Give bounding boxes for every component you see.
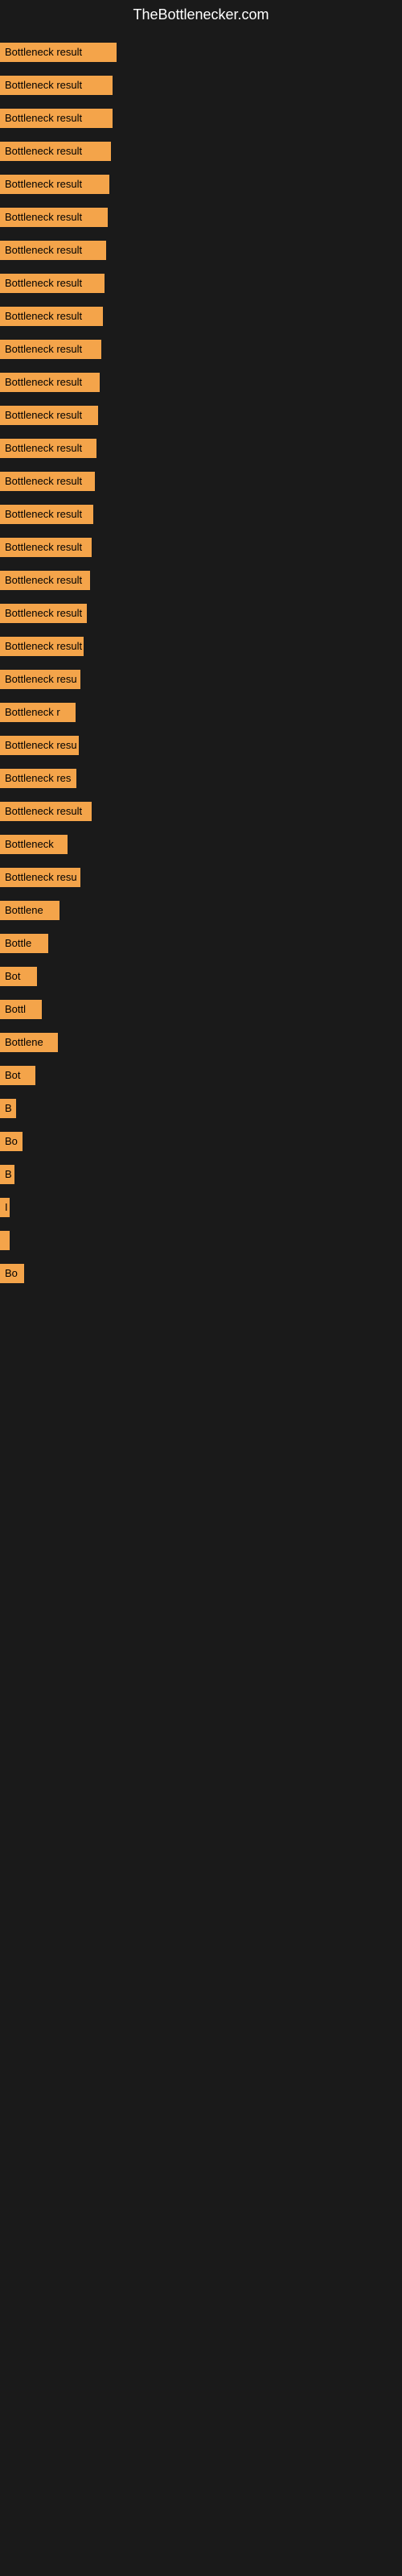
bottleneck-bar: Bottl: [0, 1000, 42, 1019]
bar-row: Bottleneck resu: [0, 665, 402, 698]
bar-row: Bottleneck resu: [0, 731, 402, 764]
bottleneck-bar: Bottleneck result: [0, 76, 113, 95]
bar-row: Bot: [0, 962, 402, 995]
bottleneck-bar: [0, 1231, 10, 1250]
bar-row: Bottleneck result: [0, 533, 402, 566]
bottleneck-bar: Bottleneck result: [0, 109, 113, 128]
bar-row: Bottleneck result: [0, 137, 402, 170]
bar-row: Bottleneck result: [0, 236, 402, 269]
bar-row: Bottleneck result: [0, 38, 402, 71]
bar-row: Bottlene: [0, 1028, 402, 1061]
bar-row: Bottleneck result: [0, 401, 402, 434]
bottleneck-bar: Bottleneck r: [0, 703, 76, 722]
bar-row: Bottleneck result: [0, 797, 402, 830]
bottleneck-bar: Bottleneck result: [0, 307, 103, 326]
bottleneck-bar: Bottleneck result: [0, 637, 84, 656]
bar-row: Bottleneck result: [0, 104, 402, 137]
bar-row: I: [0, 1193, 402, 1226]
bottleneck-bar: Bottleneck result: [0, 373, 100, 392]
bar-row: Bot: [0, 1061, 402, 1094]
bottleneck-bar: Bottleneck resu: [0, 670, 80, 689]
bottleneck-bar: Bottleneck result: [0, 538, 92, 557]
bottleneck-bar: Bottleneck result: [0, 439, 96, 458]
bottleneck-bar: Bottleneck result: [0, 208, 108, 227]
bottleneck-bar: Bottleneck result: [0, 241, 106, 260]
bottleneck-bar: Bottleneck result: [0, 505, 93, 524]
bar-row: Bo: [0, 1127, 402, 1160]
bar-row: [0, 1226, 402, 1259]
bar-row: Bottle: [0, 929, 402, 962]
bottleneck-bar: Bot: [0, 1066, 35, 1085]
bottleneck-bar: Bottleneck res: [0, 769, 76, 788]
bottleneck-bar: Bottleneck result: [0, 274, 105, 293]
bottleneck-bar: Bottle: [0, 934, 48, 953]
bottleneck-bar: Bottleneck result: [0, 472, 95, 491]
bottleneck-bar: Bottlene: [0, 901, 59, 920]
bottleneck-bar: Bottleneck result: [0, 175, 109, 194]
bar-row: Bottleneck result: [0, 203, 402, 236]
bar-row: Bottleneck result: [0, 566, 402, 599]
bar-row: Bottleneck result: [0, 335, 402, 368]
bar-row: Bottleneck resu: [0, 863, 402, 896]
bottleneck-bar: Bottleneck result: [0, 406, 98, 425]
bottleneck-bar: I: [0, 1198, 10, 1217]
bar-row: Bottlene: [0, 896, 402, 929]
bar-row: Bottleneck result: [0, 170, 402, 203]
bottleneck-bar: Bottleneck result: [0, 142, 111, 161]
bar-row: B: [0, 1160, 402, 1193]
bar-row: Bottl: [0, 995, 402, 1028]
bar-row: Bo: [0, 1259, 402, 1292]
bottleneck-bar: Bottleneck resu: [0, 736, 79, 755]
bottleneck-bar: B: [0, 1165, 14, 1184]
bar-row: Bottleneck result: [0, 302, 402, 335]
bottleneck-bar: Bot: [0, 967, 37, 986]
bottleneck-bar: B: [0, 1099, 16, 1118]
site-title: TheBottlenecker.com: [0, 0, 402, 30]
bottleneck-bar: Bottlene: [0, 1033, 58, 1052]
bottleneck-bar: Bottleneck resu: [0, 868, 80, 887]
bottleneck-bar: Bottleneck result: [0, 571, 90, 590]
bottleneck-bar: Bottleneck result: [0, 43, 117, 62]
bar-row: Bottleneck r: [0, 698, 402, 731]
bar-row: Bottleneck result: [0, 500, 402, 533]
bar-row: Bottleneck result: [0, 599, 402, 632]
bar-row: Bottleneck result: [0, 71, 402, 104]
bar-row: Bottleneck result: [0, 632, 402, 665]
bar-row: Bottleneck result: [0, 467, 402, 500]
bar-row: Bottleneck result: [0, 368, 402, 401]
bottleneck-bar: Bo: [0, 1264, 24, 1283]
bar-row: Bottleneck: [0, 830, 402, 863]
bottleneck-bar: Bo: [0, 1132, 23, 1151]
bar-row: B: [0, 1094, 402, 1127]
bottleneck-bar: Bottleneck result: [0, 604, 87, 623]
bar-row: Bottleneck res: [0, 764, 402, 797]
bars-container: Bottleneck result Bottleneck result Bottle…: [0, 30, 402, 1300]
bottleneck-bar: Bottleneck result: [0, 340, 101, 359]
bottleneck-bar: Bottleneck result: [0, 802, 92, 821]
bar-row: Bottleneck result: [0, 269, 402, 302]
bar-row: Bottleneck result: [0, 434, 402, 467]
bottleneck-bar: Bottleneck: [0, 835, 68, 854]
